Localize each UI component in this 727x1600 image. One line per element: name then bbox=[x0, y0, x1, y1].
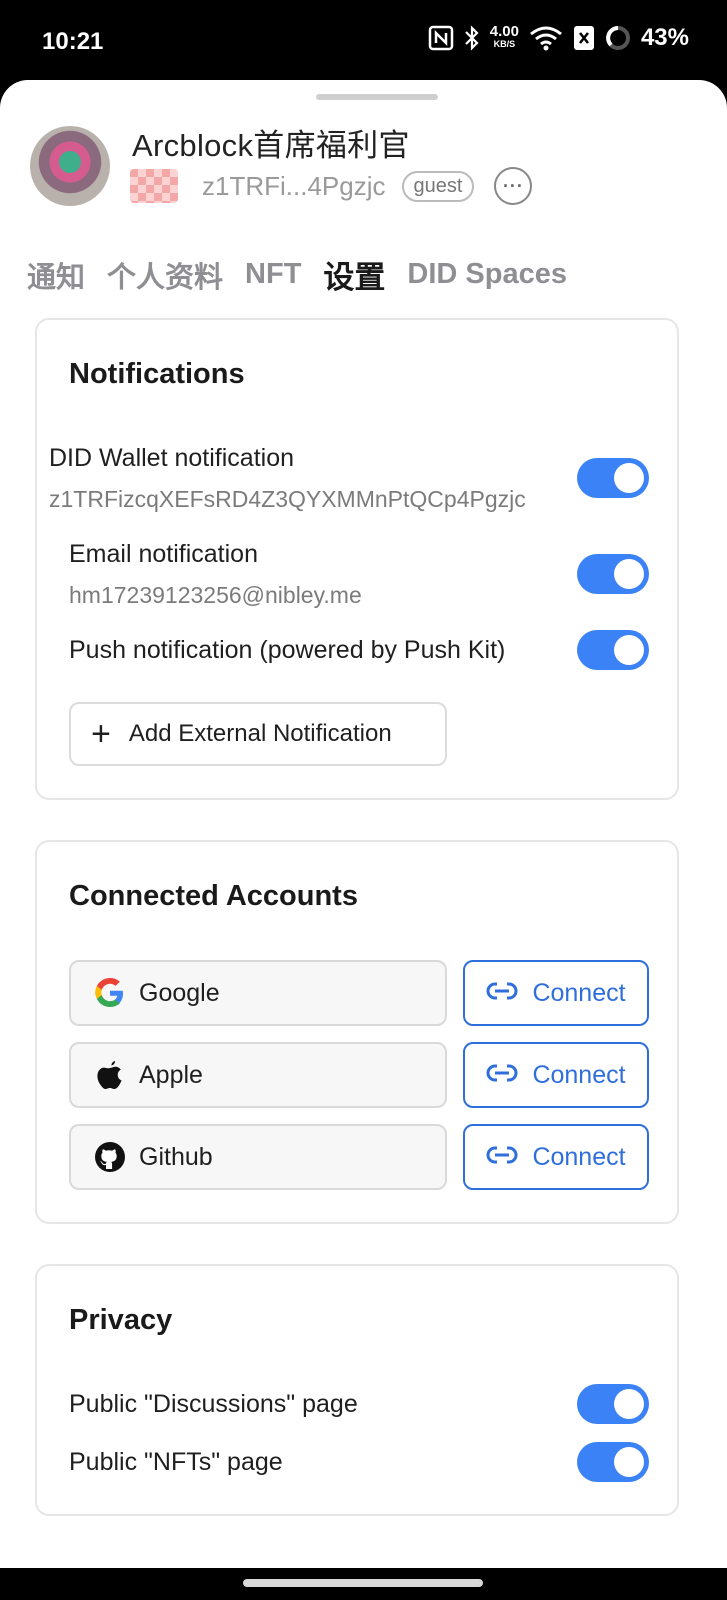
username: Arcblock首席福利官 bbox=[132, 128, 410, 163]
connected-accounts-title: Connected Accounts bbox=[69, 880, 358, 912]
connect-apple-button[interactable]: Connect bbox=[463, 1042, 649, 1108]
net-speed-value: 4.00 bbox=[489, 23, 519, 40]
link-icon bbox=[486, 979, 518, 1008]
public-nfts-toggle[interactable] bbox=[577, 1442, 649, 1482]
sim-icon bbox=[573, 25, 595, 51]
tab-profile[interactable]: 个人资料 bbox=[107, 254, 223, 296]
account-google-label: Google bbox=[139, 978, 220, 1007]
privacy-card: Privacy Public "Discussions" page Public… bbox=[35, 1264, 679, 1516]
more-horizontal-icon: ··· bbox=[502, 175, 524, 196]
add-external-notification-button[interactable]: + Add External Notification bbox=[69, 702, 447, 766]
drag-handle[interactable] bbox=[316, 94, 438, 100]
tab-nft[interactable]: NFT bbox=[245, 258, 301, 291]
role-badge: guest bbox=[401, 170, 475, 202]
nfc-icon bbox=[428, 25, 454, 51]
add-external-notification-label: Add External Notification bbox=[128, 720, 392, 747]
account-apple-label: Apple bbox=[139, 1060, 203, 1089]
privacy-title: Privacy bbox=[69, 1304, 173, 1336]
tab-settings[interactable]: 设置 bbox=[323, 252, 385, 297]
email-address: hm17239123256@nibley.me bbox=[69, 582, 362, 608]
notifications-title: Notifications bbox=[69, 358, 245, 390]
bluetooth-icon bbox=[464, 25, 480, 51]
google-icon bbox=[93, 976, 127, 1010]
connect-github-label: Connect bbox=[532, 1142, 626, 1171]
did-wallet-notification-toggle[interactable] bbox=[577, 458, 649, 498]
status-icons: 4.00 KB/S 43% bbox=[428, 24, 689, 52]
profile-sheet: Arcblock首席福利官 z1TRFi...4Pgzjc guest ··· … bbox=[0, 80, 727, 1568]
github-icon bbox=[93, 1140, 127, 1174]
home-gesture-pill[interactable] bbox=[243, 1579, 483, 1587]
account-google: Google bbox=[69, 960, 447, 1026]
account-apple: Apple bbox=[69, 1042, 447, 1108]
battery-ring-icon bbox=[605, 25, 631, 51]
connect-github-button[interactable]: Connect bbox=[463, 1124, 649, 1190]
battery-percent: 43% bbox=[640, 24, 689, 51]
did-row: z1TRFi...4Pgzjc guest ··· bbox=[130, 166, 533, 206]
net-speed-unit: KB/S bbox=[493, 39, 516, 49]
link-icon bbox=[486, 1061, 518, 1090]
notifications-card: Notifications DID Wallet notification z1… bbox=[35, 318, 679, 800]
push-notification-label: Push notification (powered by Push Kit) bbox=[69, 636, 506, 664]
email-notification-toggle[interactable] bbox=[577, 554, 649, 594]
tab-notifications[interactable]: 通知 bbox=[27, 254, 85, 296]
net-speed: 4.00 KB/S bbox=[489, 23, 519, 50]
status-time: 10:21 bbox=[42, 28, 104, 55]
status-bar: 10:21 4.00 KB/S 43% bbox=[0, 0, 727, 82]
did-avatar-icon bbox=[130, 169, 178, 203]
account-github: Github bbox=[69, 1124, 447, 1190]
avatar[interactable] bbox=[30, 126, 110, 206]
connect-apple-label: Connect bbox=[532, 1060, 626, 1089]
public-discussions-toggle[interactable] bbox=[577, 1384, 649, 1424]
wifi-icon bbox=[529, 25, 563, 51]
connected-accounts-card: Connected Accounts Google Connect Apple … bbox=[35, 840, 679, 1224]
did-wallet-notification-label: DID Wallet notification bbox=[49, 444, 294, 472]
plus-icon: + bbox=[91, 715, 111, 753]
tab-bar: 通知 个人资料 NFT 设置 DID Spaces bbox=[27, 252, 567, 297]
more-options-button[interactable]: ··· bbox=[494, 167, 533, 205]
account-github-label: Github bbox=[139, 1142, 213, 1171]
system-nav-bar bbox=[0, 1568, 727, 1600]
tab-did-spaces[interactable]: DID Spaces bbox=[407, 258, 567, 291]
public-nfts-label: Public "NFTs" page bbox=[69, 1448, 283, 1476]
connect-google-label: Connect bbox=[532, 978, 626, 1007]
apple-icon bbox=[93, 1058, 127, 1092]
public-discussions-label: Public "Discussions" page bbox=[69, 1390, 358, 1418]
push-notification-toggle[interactable] bbox=[577, 630, 649, 670]
did-address[interactable]: z1TRFi...4Pgzjc bbox=[202, 171, 386, 202]
connect-google-button[interactable]: Connect bbox=[463, 960, 649, 1026]
link-icon bbox=[486, 1143, 518, 1172]
email-notification-label: Email notification bbox=[69, 540, 258, 568]
did-wallet-address: z1TRFizcqXEFsRD4Z3QYXMMnPtQCp4Pgzjc bbox=[49, 486, 526, 512]
